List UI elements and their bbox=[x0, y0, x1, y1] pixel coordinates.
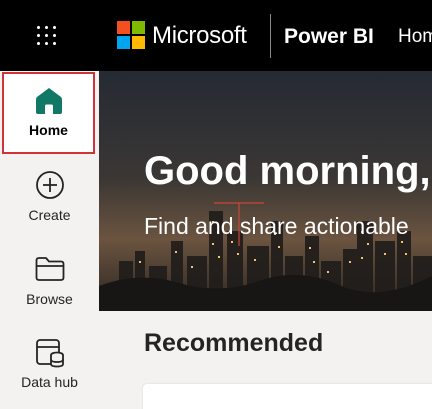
nav-item-data-hub[interactable]: Data hub bbox=[0, 337, 99, 391]
main-content: Good morning, Find and share actionable … bbox=[99, 71, 432, 409]
nav-label-create: Create bbox=[28, 207, 71, 223]
nav-label-browse: Browse bbox=[26, 291, 73, 307]
hero-banner: Good morning, Find and share actionable bbox=[99, 71, 432, 311]
home-icon bbox=[35, 88, 62, 114]
header-divider bbox=[270, 14, 271, 58]
recommended-card[interactable] bbox=[143, 384, 432, 409]
top-bar: Microsoft Power BI Home bbox=[0, 0, 432, 71]
nav-item-create[interactable]: Create bbox=[0, 170, 99, 224]
folder-icon bbox=[35, 257, 64, 281]
plus-circle-icon bbox=[35, 171, 64, 199]
nav-item-browse[interactable]: Browse bbox=[0, 254, 99, 308]
left-navigation: Home Create Browse Data hub bbox=[0, 71, 99, 409]
app-name[interactable]: Power BI bbox=[284, 23, 374, 51]
brand-name[interactable]: Microsoft bbox=[152, 21, 247, 51]
greeting-subtitle: Find and share actionable bbox=[144, 213, 409, 239]
nav-label-data-hub: Data hub bbox=[21, 374, 78, 390]
app-window: Microsoft Power BI Home Home Create bbox=[0, 0, 432, 409]
breadcrumb: Home bbox=[398, 26, 432, 47]
nav-label-home: Home bbox=[29, 122, 68, 138]
microsoft-logo-icon bbox=[117, 21, 146, 50]
recommended-heading: Recommended bbox=[144, 329, 324, 357]
app-launcher-icon[interactable] bbox=[37, 26, 57, 46]
nav-item-home[interactable]: Home bbox=[2, 72, 95, 154]
data-hub-icon bbox=[35, 339, 64, 368]
greeting-heading: Good morning, bbox=[144, 149, 431, 193]
